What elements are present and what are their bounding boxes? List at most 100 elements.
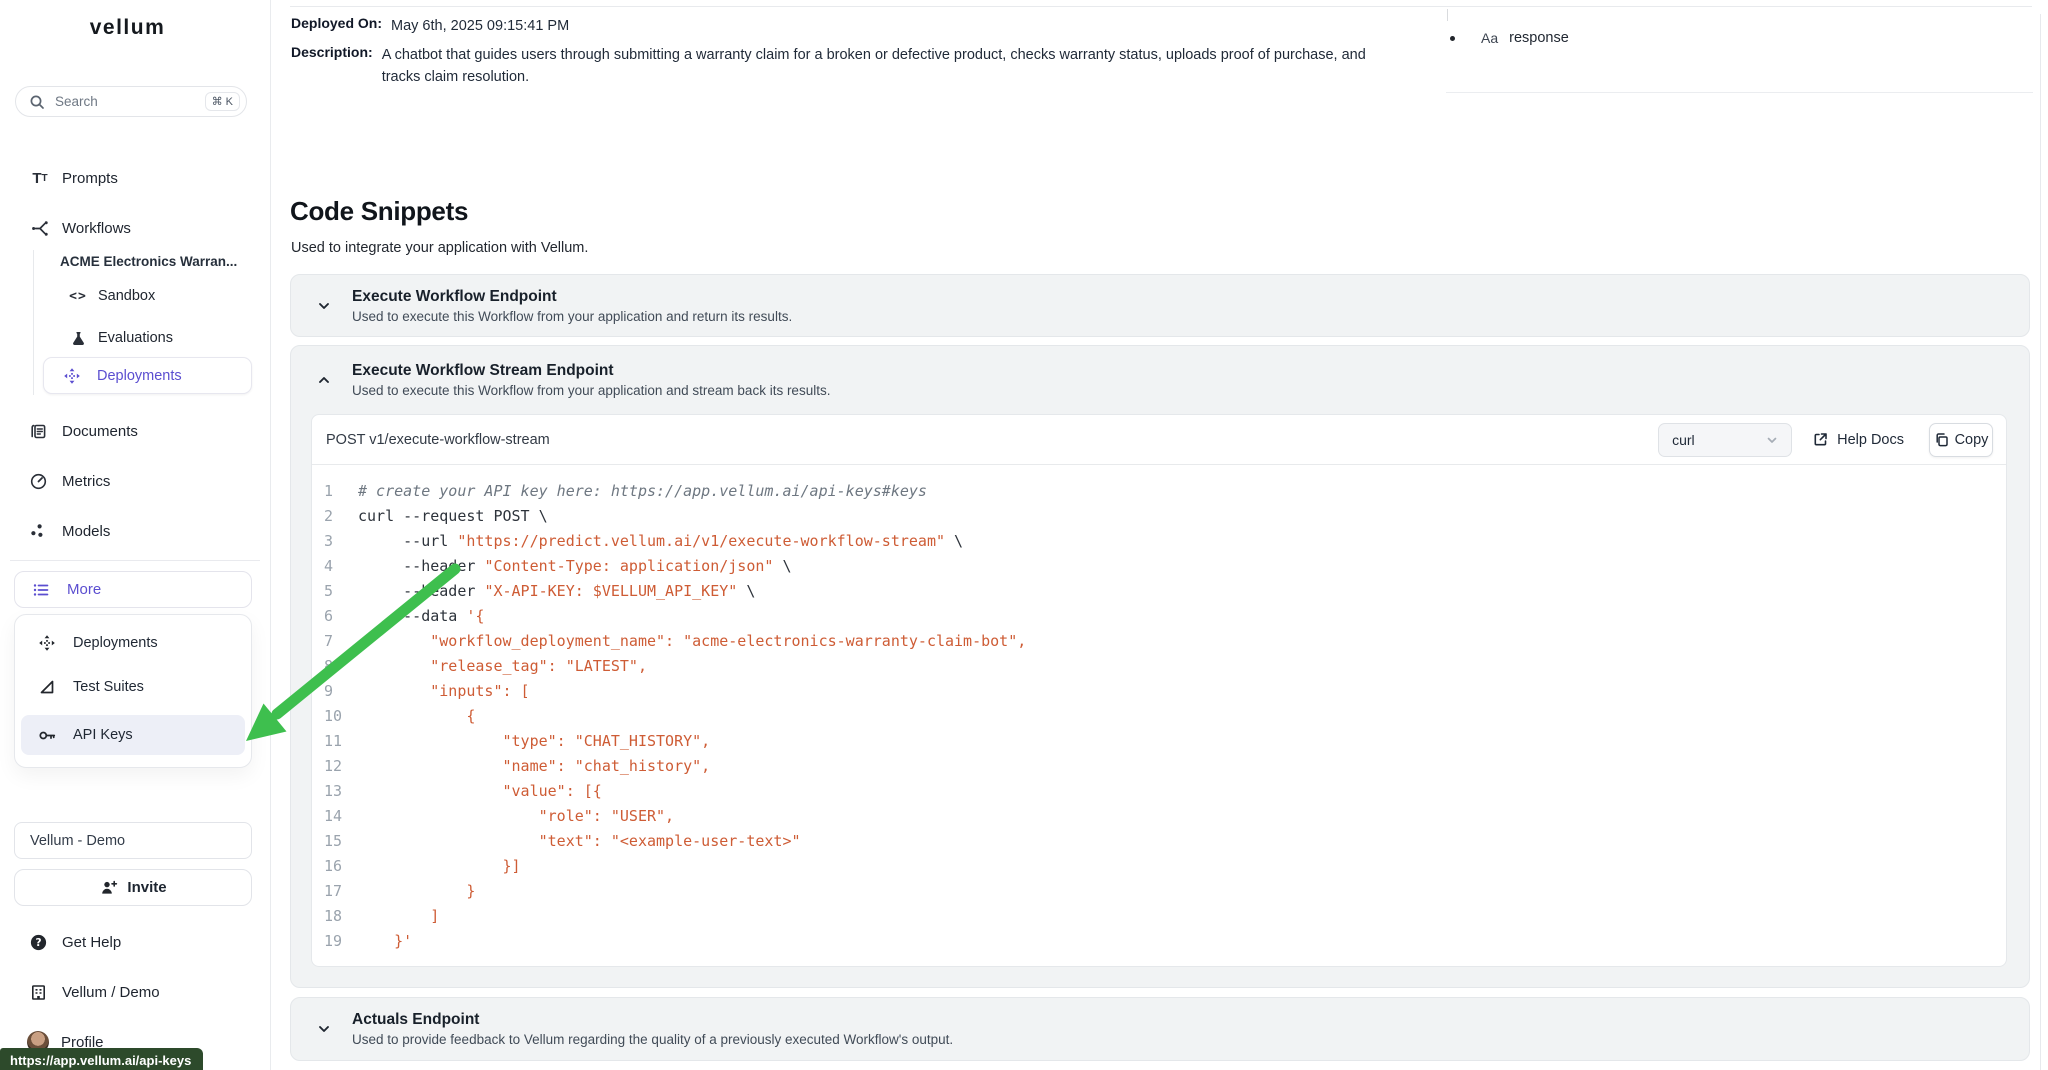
- code-line: 18 ]: [324, 903, 2006, 928]
- sidebar-item-metrics[interactable]: Metrics: [28, 469, 110, 493]
- chevron-down-icon[interactable]: [313, 1018, 335, 1040]
- invite-button[interactable]: Invite: [14, 869, 252, 906]
- models-dots-icon: [28, 521, 48, 541]
- vellum-logo: vellum: [0, 16, 255, 40]
- help-circle-icon: ?: [28, 932, 48, 952]
- move-arrows-icon: [37, 633, 57, 653]
- endpoint-label: POST v1/execute-workflow-stream: [326, 432, 1658, 448]
- chevron-down-icon: [1765, 433, 1779, 447]
- flask-icon: [68, 328, 88, 348]
- sidebar-divider: [10, 560, 260, 561]
- page-title: Code Snippets: [290, 196, 468, 227]
- panel-edge-tick: [1447, 9, 1448, 21]
- card-title: Execute Workflow Endpoint: [352, 288, 792, 306]
- tree-indent-line: [33, 250, 34, 395]
- deployed-on-value: May 6th, 2025 09:15:41 PM: [391, 15, 569, 37]
- code-line: 10 {: [324, 703, 2006, 728]
- card-subtitle: Used to execute this Workflow from your …: [352, 383, 830, 398]
- code-line: 15 "text": "<example-user-text>": [324, 828, 2006, 853]
- copy-label: Copy: [1955, 432, 1989, 448]
- deployed-on-label: Deployed On:: [291, 15, 382, 37]
- code-line: 17 }: [324, 878, 2006, 903]
- svg-text:?: ?: [35, 937, 41, 949]
- language-select-value: curl: [1672, 432, 1695, 448]
- language-select[interactable]: curl: [1658, 423, 1792, 457]
- section-divider: [290, 6, 2032, 7]
- list-icon: [31, 580, 51, 600]
- code-line: 5 --header "X-API-KEY: $VELLUM_API_KEY" …: [324, 578, 2006, 603]
- user-plus-icon: [99, 878, 119, 898]
- gauge-icon: [28, 471, 48, 491]
- search-icon: [27, 92, 47, 112]
- help-docs-link[interactable]: Help Docs: [1812, 431, 1904, 448]
- code-line: 4 --header "Content-Type: application/js…: [324, 553, 2006, 578]
- code-line: 7 "workflow_deployment_name": "acme-elec…: [324, 628, 2006, 653]
- code-line: 6 --data '{: [324, 603, 2006, 628]
- sidebar-item-models[interactable]: Models: [28, 519, 110, 543]
- card-title: Actuals Endpoint: [352, 1011, 953, 1029]
- search-shortcut-badge: ⌘ K: [205, 92, 240, 111]
- search-input[interactable]: Search ⌘ K: [15, 86, 247, 117]
- description-label: Description:: [291, 44, 373, 88]
- search-placeholder: Search: [55, 94, 205, 109]
- code-line: 9 "inputs": [: [324, 678, 2006, 703]
- menu-item-test-suites[interactable]: Test Suites: [21, 665, 245, 709]
- sidebar-item-prompts[interactable]: TT Prompts: [30, 166, 118, 190]
- code-line: 16 }]: [324, 853, 2006, 878]
- building-icon: [28, 982, 48, 1002]
- code-line: 13 "value": [{: [324, 778, 2006, 803]
- move-arrows-icon: [62, 366, 82, 386]
- card-title: Execute Workflow Stream Endpoint: [352, 362, 830, 380]
- code-brackets-icon: <>: [68, 286, 88, 306]
- output-variable-name: response: [1509, 30, 1569, 46]
- sidebar-item-more[interactable]: More: [14, 571, 252, 608]
- workspace-selector[interactable]: Vellum - Demo: [14, 822, 252, 859]
- sidebar-item-evaluations[interactable]: Evaluations: [68, 326, 173, 350]
- chevron-down-icon[interactable]: [313, 295, 335, 317]
- sidebar-item-org[interactable]: Vellum / Demo: [28, 980, 160, 1004]
- sidebar-item-sandbox[interactable]: <> Sandbox: [68, 284, 155, 308]
- sidebar-item-workflow-project[interactable]: ACME Electronics Warran...: [60, 254, 237, 269]
- more-menu-panel: Deployments Test Suites API Keys: [14, 614, 252, 768]
- sidebar: vellum Search ⌘ K TT Prompts Workflows A…: [0, 0, 271, 1070]
- content-right-border: [2040, 14, 2041, 1070]
- help-docs-label: Help Docs: [1837, 432, 1904, 448]
- external-link-icon: [1812, 431, 1829, 448]
- deployed-on-row: Deployed On: May 6th, 2025 09:15:41 PM: [291, 15, 569, 37]
- panel-bottom-border: [1446, 92, 2033, 93]
- key-icon: [37, 725, 57, 745]
- chevron-up-icon[interactable]: [313, 369, 335, 391]
- text-type-icon: Aa: [1481, 30, 1498, 46]
- set-square-icon: [37, 677, 57, 697]
- main-content: Deployed On: May 6th, 2025 09:15:41 PM D…: [271, 0, 2048, 1070]
- output-variable-item: Aa response: [1450, 30, 1569, 46]
- execute-workflow-endpoint-card: Execute Workflow Endpoint Used to execut…: [290, 274, 2030, 337]
- page-subtitle: Used to integrate your application with …: [291, 240, 588, 256]
- code-lines: 1# create your API key here: https://app…: [312, 465, 2006, 953]
- menu-item-api-keys[interactable]: API Keys: [21, 715, 245, 755]
- code-snippet-panel: POST v1/execute-workflow-stream curl Hel…: [311, 414, 2007, 967]
- execute-workflow-stream-endpoint-card: Execute Workflow Stream Endpoint Used to…: [290, 345, 2030, 988]
- app-window: vellum Search ⌘ K TT Prompts Workflows A…: [0, 0, 2048, 1070]
- code-toolbar: POST v1/execute-workflow-stream curl Hel…: [312, 415, 2006, 465]
- description-row: Description: A chatbot that guides users…: [291, 44, 1384, 88]
- workflows-icon: [30, 218, 50, 238]
- copy-icon: [1934, 432, 1949, 447]
- code-line: 1# create your API key here: https://app…: [324, 478, 2006, 503]
- code-line: 8 "release_tag": "LATEST",: [324, 653, 2006, 678]
- menu-item-deployments[interactable]: Deployments: [21, 621, 245, 665]
- code-line: 19 }': [324, 928, 2006, 953]
- description-value: A chatbot that guides users through subm…: [382, 44, 1384, 88]
- sidebar-item-documents[interactable]: Documents: [28, 419, 138, 443]
- sidebar-item-get-help[interactable]: ? Get Help: [28, 930, 121, 954]
- sidebar-item-workflows[interactable]: Workflows: [30, 216, 131, 240]
- sidebar-item-deployments-active[interactable]: Deployments: [43, 357, 252, 394]
- documents-icon: [28, 421, 48, 441]
- actuals-endpoint-card: Actuals Endpoint Used to provide feedbac…: [290, 997, 2030, 1061]
- copy-button[interactable]: Copy: [1929, 423, 1993, 457]
- bullet-icon: [1450, 36, 1455, 41]
- code-line: 3 --url "https://predict.vellum.ai/v1/ex…: [324, 528, 2006, 553]
- link-preview-statusbar: https://app.vellum.ai/api-keys: [0, 1048, 203, 1070]
- code-line: 2curl --request POST \: [324, 503, 2006, 528]
- card-subtitle: Used to provide feedback to Vellum regar…: [352, 1032, 953, 1047]
